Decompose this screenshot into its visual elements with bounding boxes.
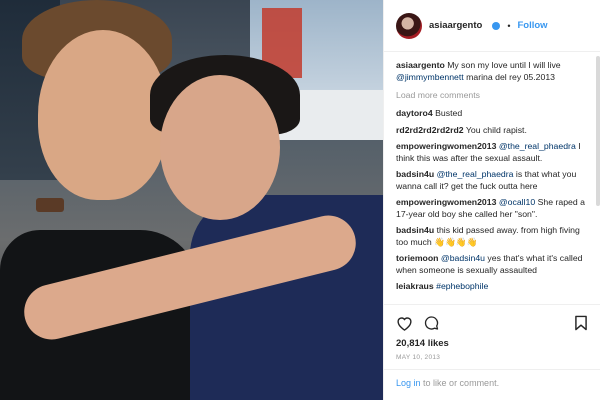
- comment: badsin4u this kid passed away. from high…: [396, 225, 588, 248]
- post-side-panel: asiaargento • Follow asiaargento My son …: [383, 0, 600, 400]
- comment-hashtag[interactable]: #ephebophile: [436, 281, 488, 291]
- comments-scrollbar[interactable]: [596, 56, 600, 206]
- comment-mention[interactable]: @badsin4u: [441, 253, 485, 263]
- comment-mention[interactable]: @ocall10: [499, 197, 535, 207]
- caption: asiaargento My son my love until I will …: [396, 60, 588, 83]
- instagram-post: asiaargento • Follow asiaargento My son …: [0, 0, 600, 400]
- comment-username[interactable]: daytoro4: [396, 108, 433, 118]
- comment-username[interactable]: leiakraus: [396, 281, 434, 291]
- post-photo[interactable]: [0, 0, 383, 400]
- comment: empoweringwomen2013 @the_real_phaedra I …: [396, 141, 588, 164]
- caption-mention[interactable]: @jimmymbennett: [396, 72, 464, 82]
- comment-username[interactable]: badsin4u: [396, 225, 434, 235]
- comment: toriemoon @badsin4u yes that's what it's…: [396, 253, 588, 276]
- caption-text-before: My son my love until I will live: [447, 60, 561, 70]
- comment-username[interactable]: toriemoon: [396, 253, 438, 263]
- photo-watch: [36, 198, 64, 212]
- heart-icon[interactable]: [396, 315, 413, 331]
- post-date: MAY 10, 2013: [396, 354, 441, 361]
- comment: empoweringwomen2013 @ocall10 She raped a…: [396, 197, 588, 220]
- caption-username[interactable]: asiaargento: [396, 60, 445, 70]
- comment-text: Busted: [435, 108, 463, 118]
- login-prompt: Log in to like or comment.: [384, 369, 600, 400]
- comment-icon[interactable]: [423, 315, 440, 331]
- login-link[interactable]: Log in: [396, 378, 421, 388]
- like-count[interactable]: 20,814 likes: [396, 338, 588, 349]
- header-username[interactable]: asiaargento: [429, 20, 482, 31]
- comment-username[interactable]: empoweringwomen2013: [396, 141, 496, 151]
- separator-dot: •: [507, 20, 511, 31]
- load-more-comments-button[interactable]: Load more comments: [396, 90, 588, 100]
- comment: leiakraus #ephebophile: [396, 281, 588, 293]
- post-actions: 20,814 likes MAY 10, 2013: [384, 304, 600, 369]
- photo-person-right-face: [160, 75, 280, 220]
- comment: badsin4u @the_real_phaedra is that what …: [396, 169, 588, 192]
- bookmark-icon[interactable]: [574, 315, 588, 331]
- login-text: to like or comment.: [423, 378, 500, 388]
- comment-username[interactable]: rd2rd2rd2rd2rd2: [396, 125, 464, 135]
- verified-badge-icon: [492, 21, 501, 30]
- comment-mention[interactable]: @the_real_phaedra: [499, 141, 576, 151]
- photo-person-left-face: [38, 30, 168, 200]
- comment: daytoro4 Busted: [396, 108, 588, 120]
- comment-username[interactable]: empoweringwomen2013: [396, 197, 496, 207]
- post-header: asiaargento • Follow: [384, 0, 600, 52]
- comments-list[interactable]: asiaargento My son my love until I will …: [384, 52, 600, 304]
- comment-text: You child rapist.: [465, 124, 527, 135]
- avatar[interactable]: [396, 12, 422, 39]
- comment-username[interactable]: badsin4u: [396, 169, 434, 179]
- follow-button[interactable]: Follow: [517, 20, 547, 31]
- comment-mention[interactable]: @the_real_phaedra: [437, 169, 514, 179]
- caption-text-after: marina del rey 05.2013: [466, 71, 556, 82]
- comment: rd2rd2rd2rd2rd2 You child rapist.: [396, 125, 588, 137]
- action-icons: [396, 311, 588, 335]
